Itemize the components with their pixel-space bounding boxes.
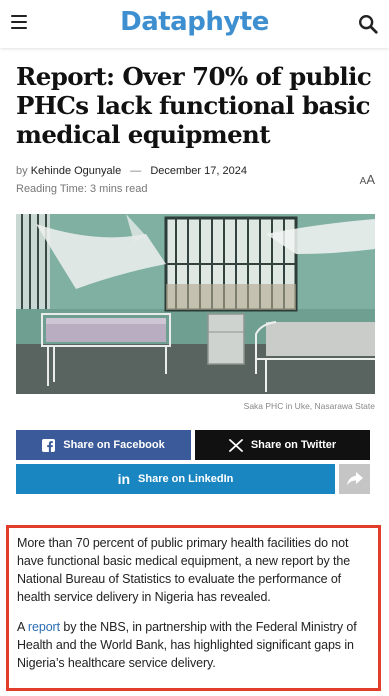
article-meta: by Kehinde Ogunyale — December 17, 2024 [16, 165, 247, 177]
phc-ward-photo [16, 214, 375, 394]
share-linkedin-button[interactable]: in Share on LinkedIn [16, 464, 335, 494]
share-twitter-label: Share on Twitter [250, 439, 337, 451]
share-twitter-button[interactable]: Share on Twitter [195, 430, 370, 460]
share-linkedin-label: Share on LinkedIn [138, 473, 234, 485]
paragraph-2-prefix: A [17, 620, 28, 634]
author-link[interactable]: Kehinde Ogunyale [31, 165, 122, 177]
article-paragraph-2: A report by the NBS, in partnership with… [17, 618, 371, 672]
article-paragraph-1: More than 70 percent of public primary h… [17, 536, 351, 604]
report-link[interactable]: report [28, 620, 60, 634]
more-share-button[interactable] [339, 464, 370, 494]
article-body-highlight: More than 70 percent of public primary h… [6, 525, 381, 691]
facebook-icon [42, 438, 56, 452]
share-facebook-button[interactable]: Share on Facebook [16, 430, 191, 460]
paragraph-2-rest: by the NBS, in partnership with the Fede… [17, 620, 357, 670]
text-size-button[interactable]: AA [360, 172, 375, 187]
by-label: by [16, 165, 28, 177]
search-icon[interactable] [357, 13, 379, 35]
site-header: Dataphyte [0, 0, 389, 48]
meta-separator: — [130, 165, 142, 177]
x-logo-icon [228, 438, 243, 452]
image-caption: Saka PHC in Uke, Nasarawa State [243, 401, 375, 411]
share-arrow-icon [346, 472, 363, 486]
article-title: Report: Over 70% of public PHCs lack fun… [16, 62, 372, 149]
reading-time: Reading Time: 3 mins read [16, 183, 148, 195]
article-image [16, 214, 375, 394]
publish-date: December 17, 2024 [150, 165, 247, 177]
share-facebook-label: Share on Facebook [63, 439, 165, 451]
linkedin-icon: in [117, 471, 131, 487]
site-logo[interactable]: Dataphyte [0, 7, 389, 37]
